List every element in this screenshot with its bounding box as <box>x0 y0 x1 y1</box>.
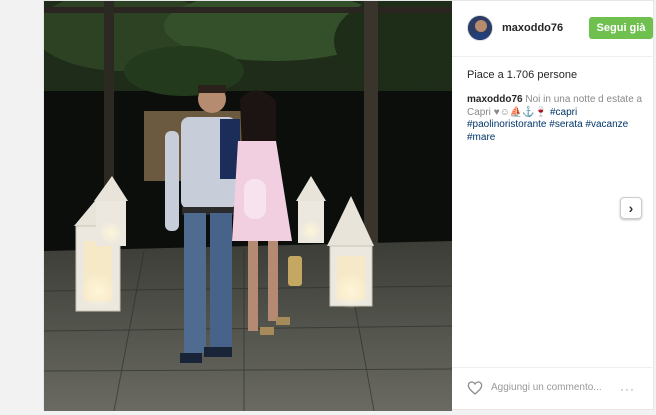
hashtag-serata[interactable]: #serata <box>549 119 582 130</box>
caption-author[interactable]: maxoddo76 <box>467 94 523 105</box>
username-link[interactable]: maxoddo76 <box>502 22 563 34</box>
post-header: maxoddo76 Segui già <box>452 1 655 57</box>
caption-emoji: ♥☺⛵⚓🍷 <box>493 106 550 118</box>
caption: maxoddo76 Noi in una notte d estate a Ca… <box>467 94 649 144</box>
hashtag-vacanze[interactable]: #vacanze <box>585 119 628 130</box>
comment-bar: Aggiungi un commento... ··· <box>452 367 655 405</box>
likes-count[interactable]: Piace a 1.706 persone <box>467 69 577 81</box>
hashtag-mare[interactable]: #mare <box>467 132 495 143</box>
photo-scene <box>44 1 452 411</box>
hashtag-paolinoristorante[interactable]: #paolinoristorante <box>467 119 547 130</box>
comment-input[interactable]: Aggiungi un commento... <box>491 382 602 393</box>
more-options-icon[interactable]: ··· <box>620 382 635 396</box>
heart-outline-icon[interactable] <box>467 380 483 396</box>
hashtag-capri[interactable]: #capri <box>550 107 577 118</box>
avatar-image <box>468 16 492 40</box>
following-button[interactable]: Segui già <box>589 17 653 39</box>
post-card: maxoddo76 Segui già Piace a 1.706 person… <box>43 0 655 411</box>
post-photo[interactable] <box>44 1 452 411</box>
avatar[interactable] <box>467 15 493 41</box>
chevron-right-icon[interactable]: › <box>620 197 642 219</box>
